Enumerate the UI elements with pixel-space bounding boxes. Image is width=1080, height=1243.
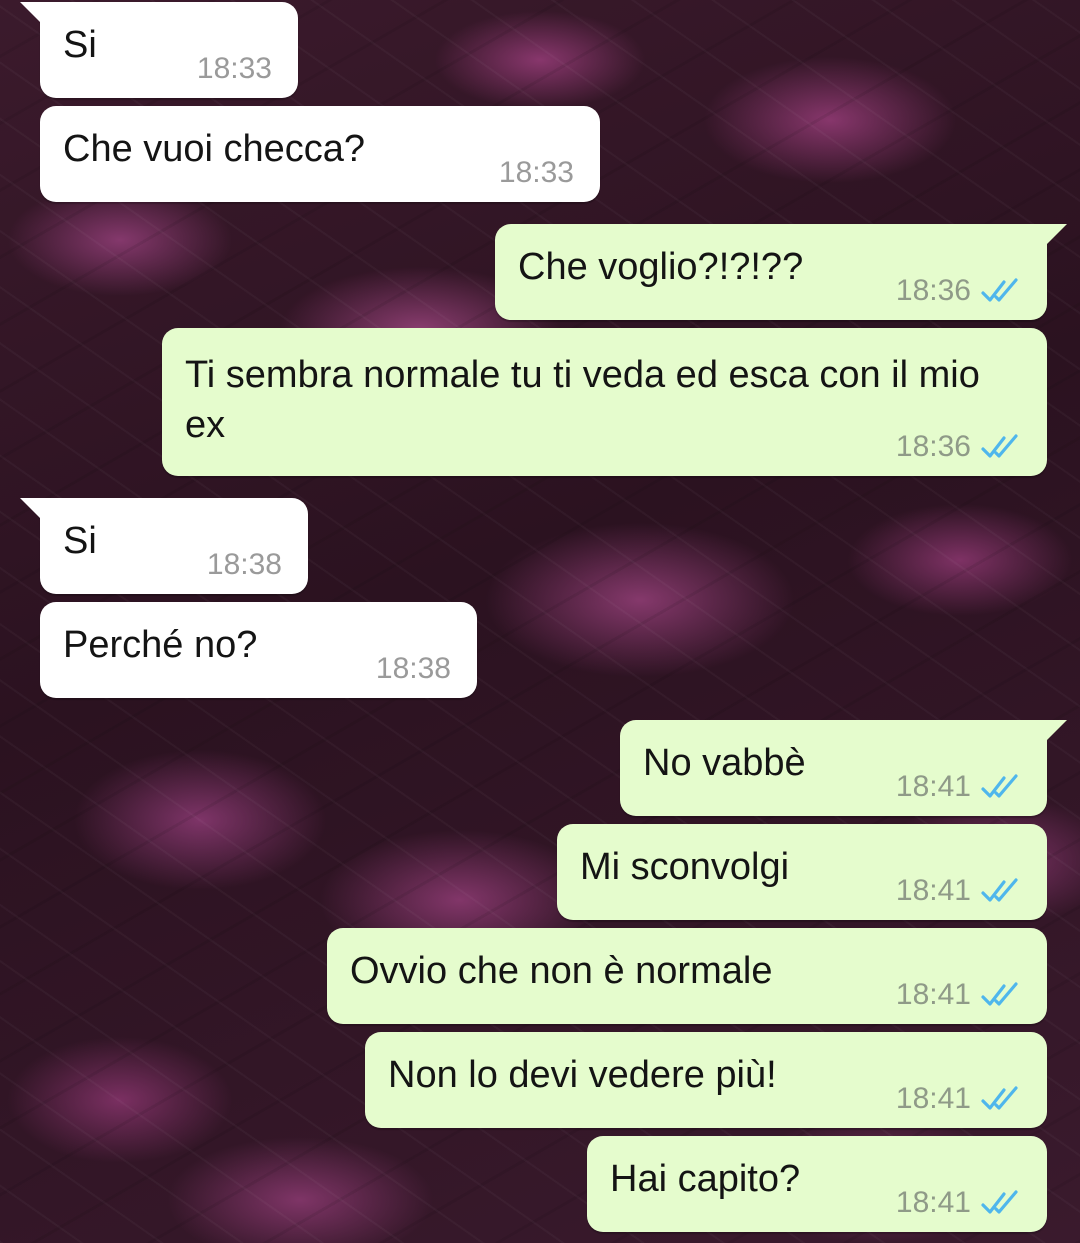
- message-text: Non lo devi vedere più!: [388, 1054, 777, 1096]
- message-time: 18:38: [375, 652, 451, 685]
- message-meta: 18:33: [499, 156, 574, 190]
- message-text: Che voglio?!?!??: [518, 246, 804, 288]
- message-meta: 18:41: [896, 770, 1021, 804]
- message-meta: 18:41: [896, 1082, 1021, 1116]
- message-outgoing[interactable]: Ti sembra normale tu ti veda ed esca con…: [162, 328, 1047, 476]
- message-meta: 18:41: [896, 978, 1021, 1012]
- message-time: 18:41: [895, 770, 971, 803]
- message-meta: 18:41: [896, 874, 1021, 908]
- message-meta: 18:33: [197, 52, 272, 86]
- double-check-icon: [981, 774, 1018, 798]
- message-incoming[interactable]: Si 18:33: [20, 2, 298, 98]
- message-outgoing[interactable]: Ovvio che non è normale 18:41: [327, 928, 1047, 1024]
- message-text: No vabbè: [643, 742, 806, 784]
- message-time: 18:33: [498, 156, 574, 189]
- message-time: 18:41: [895, 874, 971, 907]
- message-meta: 18:36: [896, 430, 1021, 464]
- message-time: 18:33: [196, 52, 272, 85]
- double-check-icon: [981, 278, 1018, 302]
- message-time: 18:41: [895, 1082, 971, 1115]
- message-incoming[interactable]: Si 18:38: [20, 498, 308, 594]
- message-time: 18:41: [895, 1186, 971, 1219]
- message-text: Mi sconvolgi: [580, 846, 790, 888]
- double-check-icon: [981, 878, 1018, 902]
- message-text: Che vuoi checca?: [63, 128, 366, 170]
- message-time: 18:38: [206, 548, 282, 581]
- double-check-icon: [981, 1190, 1018, 1214]
- message-outgoing[interactable]: Hai capito? 18:41: [587, 1136, 1047, 1232]
- message-outgoing[interactable]: No vabbè 18:41: [620, 720, 1067, 816]
- double-check-icon: [981, 434, 1018, 458]
- double-check-icon: [981, 982, 1018, 1006]
- message-text: Ovvio che non è normale: [350, 950, 773, 992]
- message-meta: 18:41: [896, 1186, 1021, 1220]
- message-time: 18:36: [895, 274, 971, 307]
- message-outgoing[interactable]: Che voglio?!?!?? 18:36: [495, 224, 1067, 320]
- message-text: Perché no?: [63, 624, 258, 666]
- message-text: Si: [63, 24, 97, 66]
- message-meta: 18:38: [376, 652, 451, 686]
- message-text: Si: [63, 520, 97, 562]
- message-incoming[interactable]: Che vuoi checca? 18:33: [40, 106, 600, 202]
- message-meta: 18:38: [207, 548, 282, 582]
- message-incoming[interactable]: Perché no? 18:38: [40, 602, 477, 698]
- message-time: 18:41: [895, 978, 971, 1011]
- message-meta: 18:36: [896, 274, 1021, 308]
- message-outgoing[interactable]: Non lo devi vedere più! 18:41: [365, 1032, 1047, 1128]
- double-check-icon: [981, 1086, 1018, 1110]
- message-text: Hai capito?: [610, 1158, 801, 1200]
- message-time: 18:36: [895, 430, 971, 463]
- message-outgoing[interactable]: Mi sconvolgi 18:41: [557, 824, 1047, 920]
